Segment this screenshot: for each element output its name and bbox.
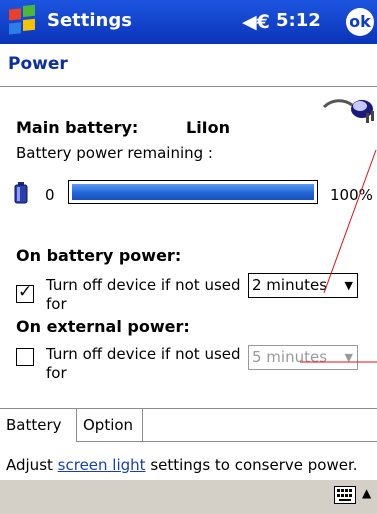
main-battery-label: Main battery:: [16, 118, 139, 137]
hint-text-before: Adjust: [6, 456, 58, 474]
battery-turnoff-checkbox[interactable]: ✓: [16, 282, 34, 303]
menu-bar: [0, 479, 377, 514]
external-turnoff-checkbox[interactable]: ✓: [16, 348, 34, 366]
battery-turnoff-label[interactable]: Turn off device if not used for: [46, 276, 246, 314]
battery-timeout-value: 2 minutes: [252, 276, 328, 294]
power-plug-icon: [322, 95, 376, 133]
checkmark-icon: ✓: [18, 282, 33, 302]
battery-level-gauge: [68, 180, 318, 204]
windows-start-icon[interactable]: [4, 4, 40, 40]
on-battery-heading: On battery power:: [16, 246, 182, 265]
input-panel-arrow-icon[interactable]: ▲: [362, 486, 371, 500]
external-timeout-value: 5 minutes: [252, 348, 328, 366]
battery-icon: [14, 182, 28, 208]
hint-text: Adjust screen light settings to conserve…: [6, 456, 358, 474]
ok-button[interactable]: ok: [346, 8, 374, 36]
dropdown-arrow-icon: ▼: [344, 351, 353, 364]
battery-type: LiIon: [186, 118, 231, 137]
external-turnoff-label[interactable]: Turn off device if not used for: [46, 345, 246, 383]
clock[interactable]: 5:12: [276, 10, 321, 31]
page-title: Power: [8, 54, 68, 74]
heading-divider: [0, 86, 377, 87]
tab-option[interactable]: Option: [77, 409, 143, 442]
dropdown-arrow-icon[interactable]: ▼: [345, 274, 353, 297]
speaker-icon[interactable]: ◀︎€: [242, 11, 270, 33]
app-title: Settings: [47, 10, 132, 31]
gauge-min-label: 0: [45, 186, 55, 204]
tab-battery[interactable]: Battery: [0, 409, 77, 442]
tab-strip-fill: [143, 409, 377, 442]
external-timeout-select: 5 minutes ▼: [248, 345, 358, 370]
gauge-max-label: 100%: [330, 186, 373, 204]
on-external-heading: On external power:: [16, 317, 190, 336]
hint-text-after: settings to conserve power.: [145, 456, 358, 474]
battery-level-fill: [72, 184, 314, 200]
battery-timeout-select[interactable]: 2 minutes ▼: [248, 273, 358, 298]
screen-light-link[interactable]: screen light: [58, 456, 146, 474]
keyboard-icon[interactable]: [334, 486, 356, 508]
battery-remaining-label: Battery power remaining :: [16, 144, 213, 162]
